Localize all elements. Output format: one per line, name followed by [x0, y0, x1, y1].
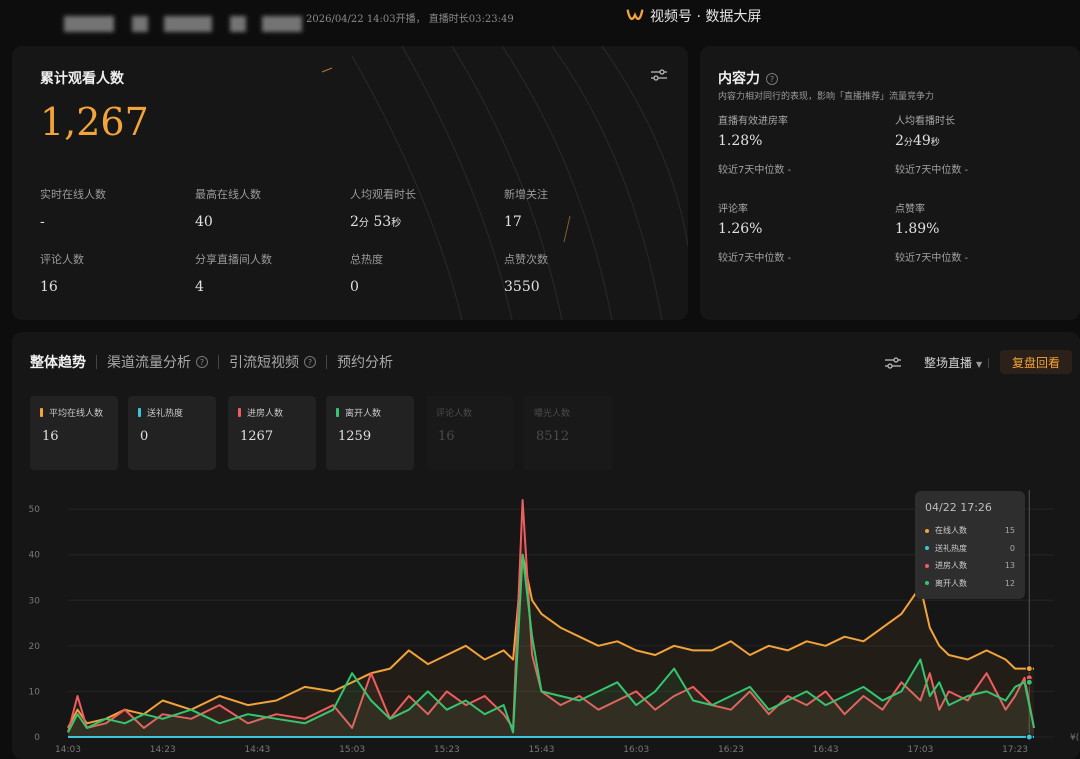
live-start-info: 2026/04/22 14:03开播， 直播时长03:23:49	[306, 14, 514, 25]
chevron-down-icon: ▼	[976, 360, 983, 369]
trend-card: 整体趋势 渠道流量分析? 引流短视频? 预约分析 整场直播 ▼ 复盘回看 平均在线…	[12, 332, 1080, 759]
help-icon[interactable]: ?	[766, 73, 778, 85]
x-tick-label: 17:23	[1002, 745, 1028, 755]
y-tick-label: 0	[34, 733, 40, 743]
brand-title: 视频号 · 数据大屏	[626, 6, 761, 26]
metric-exits[interactable]: 离开人数 1259	[326, 396, 414, 470]
hover-point	[1025, 665, 1033, 673]
total-viewers-title: 累计观看人数	[40, 71, 124, 87]
y-tick-label: 50	[29, 505, 41, 515]
help-icon[interactable]: ?	[304, 356, 316, 368]
content-power-card: 内容力? 内容力相对同行的表现，影响「直播推荐」流量竞争力 直播有效进房率 1.…	[700, 46, 1080, 320]
stat-realtime-online: 实时在线人数 -	[40, 188, 106, 230]
tooltip-row: 在线人数 15	[925, 522, 1015, 540]
y-tick-label: 40	[29, 551, 41, 561]
tab-short-video[interactable]: 引流短视频?	[229, 352, 316, 372]
x-tick-label: 14:43	[244, 745, 270, 755]
tab-divider	[96, 355, 97, 369]
tab-divider	[218, 355, 219, 369]
brand-label: 视频号 · 数据大屏	[650, 9, 762, 25]
stat-sharers: 分享直播间人数 4	[195, 253, 272, 295]
x-tick-label: 15:43	[529, 745, 555, 755]
x-tick-label: 16:43	[813, 745, 839, 755]
cstat-like-rate: 点赞率 1.89% 较近7天中位数 -	[895, 204, 969, 264]
tooltip-title: 04/22 17:26	[925, 501, 992, 514]
content-power-title: 内容力?	[718, 68, 778, 88]
x-tick-label: 16:03	[623, 745, 649, 755]
x-tick-label: 17:03	[907, 745, 933, 755]
tab-overall-trend[interactable]: 整体趋势	[30, 352, 86, 372]
toolbar-divider	[988, 358, 989, 368]
chart-tooltip: 04/22 17:26 在线人数 15 送礼热度 0 进房人数 13 离开人数 12	[915, 491, 1025, 599]
stat-total-heat: 总热度 0	[350, 253, 383, 295]
dot-icon	[925, 528, 929, 533]
metric-gift-heat[interactable]: 送礼热度 0	[128, 396, 216, 470]
channels-logo-icon	[626, 9, 644, 20]
series-color-marker	[40, 408, 43, 417]
series-color-marker	[138, 408, 141, 417]
tooltip-row: 进房人数 13	[925, 557, 1015, 575]
redacted-block	[262, 16, 302, 32]
series-color-marker	[336, 408, 339, 417]
metric-commenters[interactable]: 评论人数 16	[426, 396, 514, 470]
tooltip-row: 送礼热度 0	[925, 540, 1015, 558]
redacted-block	[164, 16, 212, 32]
x-tick-label: 14:23	[150, 745, 176, 755]
help-icon[interactable]: ?	[196, 356, 208, 368]
redacted-block	[132, 16, 148, 32]
metric-entries[interactable]: 进房人数 1267	[228, 396, 316, 470]
metric-avg-online[interactable]: 平均在线人数 16	[30, 396, 118, 470]
y-tick-label: 10	[29, 687, 41, 697]
tooltip-row: 离开人数 12	[925, 575, 1015, 593]
hover-point	[1025, 733, 1033, 741]
y-tick-label: 30	[29, 596, 41, 606]
cstat-comment-rate: 评论率 1.26% 较近7天中位数 -	[718, 204, 792, 264]
overview-card: 累计观看人数 1,267 实时在线人数 - 最高在线人数 40 人均观看时长 2…	[12, 46, 688, 320]
stat-new-follows: 新增关注 17	[504, 188, 548, 230]
x-end-label: ¥(	[1070, 733, 1079, 743]
range-select[interactable]: 整场直播 ▼	[924, 354, 982, 371]
x-tick-label: 15:03	[339, 745, 365, 755]
redacted-block	[230, 16, 246, 32]
tab-divider	[326, 355, 327, 369]
stat-commenters: 评论人数 16	[40, 253, 84, 295]
tab-channel-traffic[interactable]: 渠道流量分析?	[107, 352, 208, 372]
y-tick-label: 20	[29, 642, 41, 652]
tab-reservation[interactable]: 预约分析	[337, 352, 393, 372]
series-color-marker	[238, 408, 241, 417]
x-tick-label: 15:23	[434, 745, 460, 755]
review-replay-button[interactable]: 复盘回看	[1000, 350, 1072, 374]
top-bar: 2026/04/22 14:03开播， 直播时长03:23:49 视频号 · 数…	[0, 0, 1080, 36]
dot-icon	[925, 581, 929, 586]
dot-icon	[925, 546, 929, 551]
trend-tabs: 整体趋势 渠道流量分析? 引流短视频? 预约分析	[30, 352, 393, 372]
content-power-description: 内容力相对同行的表现，影响「直播推荐」流量竞争力	[718, 92, 935, 102]
chart-settings-icon[interactable]	[884, 356, 902, 370]
filter-settings-icon[interactable]	[650, 68, 668, 82]
total-viewers-value: 1,267	[40, 100, 149, 144]
stat-likes: 点赞次数 3550	[504, 253, 548, 295]
redacted-account-name	[64, 16, 114, 32]
stat-peak-online: 最高在线人数 40	[195, 188, 261, 230]
metric-exposure[interactable]: 曝光人数 8512	[524, 396, 612, 470]
stat-avg-watch-time: 人均观看时长 2分 53秒	[350, 188, 416, 230]
hover-point	[1025, 678, 1033, 686]
cstat-avg-view-time: 人均看播时长 2分49秒 较近7天中位数 -	[895, 116, 969, 176]
x-tick-label: 14:03	[55, 745, 81, 755]
x-tick-label: 16:23	[718, 745, 744, 755]
cstat-effective-entry-rate: 直播有效进房率 1.28% 较近7天中位数 -	[718, 116, 792, 176]
dot-icon	[925, 563, 929, 568]
